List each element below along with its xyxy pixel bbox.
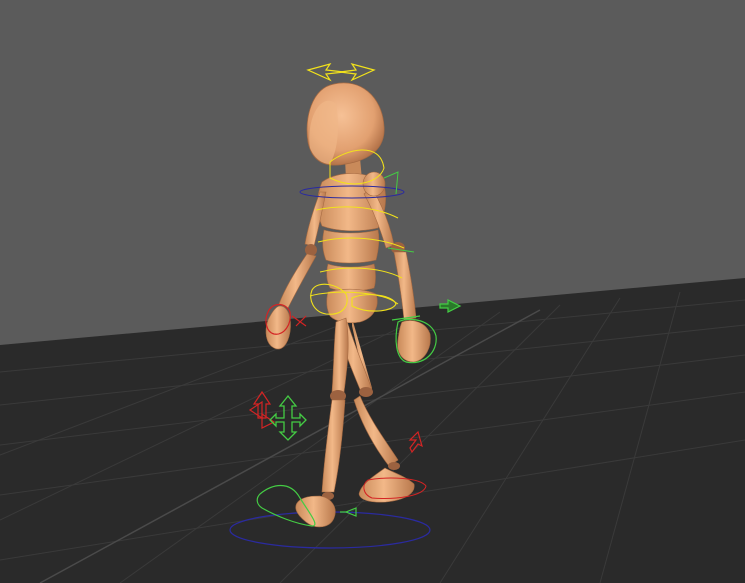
3d-viewport[interactable] — [0, 0, 745, 583]
right-shoulder-joint — [362, 171, 386, 197]
right-ankle-joint — [388, 462, 400, 470]
right-knee-joint — [359, 387, 373, 397]
scene-canvas[interactable] — [0, 0, 745, 583]
upper-abdomen — [322, 229, 380, 264]
